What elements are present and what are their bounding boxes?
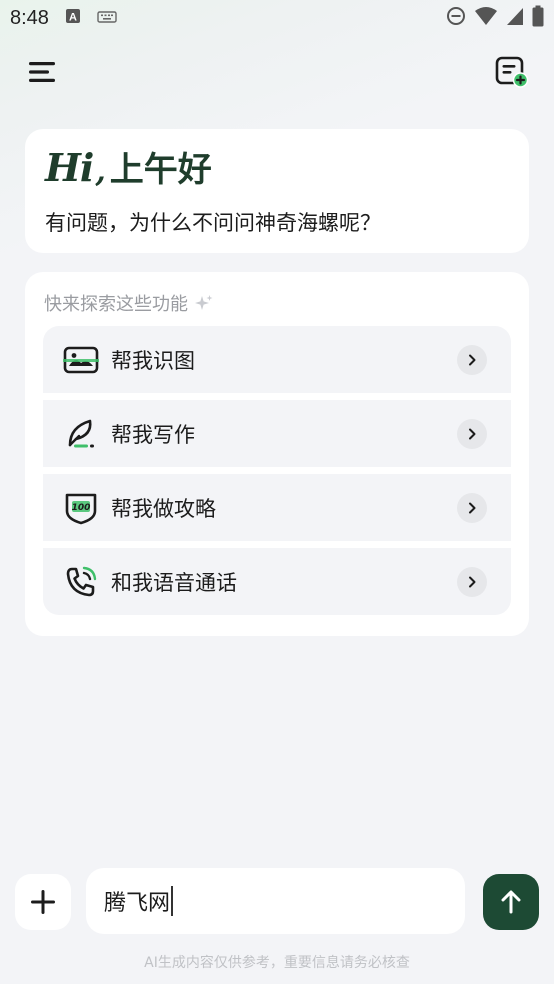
feature-item-guide[interactable]: 100 帮我做攻略 (43, 474, 511, 541)
feature-item-image-recognition[interactable]: 帮我识图 (43, 326, 511, 393)
features-title: 快来探索这些功能 (44, 290, 214, 316)
sparkle-icon (195, 295, 213, 310)
battery-icon (532, 5, 544, 31)
phone-call-icon (61, 562, 101, 602)
chevron-right-icon (457, 419, 487, 449)
chevron-right-icon (457, 567, 487, 597)
send-button[interactable] (483, 874, 539, 930)
hamburger-menu-icon (29, 62, 55, 82)
composer-bar: 腾飞网 (0, 866, 554, 936)
chevron-right-icon (457, 345, 487, 375)
guide-shield-icon: 100 (61, 488, 101, 528)
message-input[interactable]: 腾飞网 (86, 868, 465, 934)
greeting-comma: , (95, 154, 106, 189)
status-time: 8:48 (10, 6, 49, 29)
greeting-time-text: 上午好 (109, 150, 212, 190)
greeting-card: Hi , 上午好 有问题，为什么不问问神奇海螺呢？ (25, 129, 529, 253)
top-bar (0, 48, 554, 96)
text-caret (171, 886, 173, 916)
svg-text:A: A (69, 12, 77, 24)
greeting-headline: Hi , 上午好 (45, 145, 212, 190)
menu-button[interactable] (26, 56, 60, 88)
chevron-right-icon (457, 493, 487, 523)
plus-icon (31, 890, 55, 914)
message-input-value: 腾飞网 (104, 891, 171, 916)
text-a-icon: A (65, 8, 81, 28)
feature-label: 帮我写作 (111, 422, 195, 447)
signal-icon (506, 6, 524, 30)
feature-item-writing[interactable]: 帮我写作 (43, 400, 511, 467)
new-chat-icon (495, 56, 529, 88)
new-chat-button[interactable] (494, 54, 530, 90)
writing-feather-icon (61, 414, 101, 454)
svg-text:100: 100 (72, 503, 91, 513)
feature-label: 帮我做攻略 (111, 496, 216, 521)
features-title-text: 快来探索这些功能 (44, 294, 188, 315)
image-recognition-icon (61, 340, 101, 380)
keyboard-icon (97, 9, 117, 28)
greeting-subtitle: 有问题，为什么不问问神奇海螺呢？ (45, 211, 381, 235)
ai-disclaimer: AI生成内容仅供参考，重要信息请务必核查 (144, 955, 410, 971)
dnd-icon (446, 6, 466, 30)
features-card: 快来探索这些功能 帮我识图 帮我写作 100 帮我做攻略 和我语音通话 (25, 272, 529, 636)
feature-label: 和我语音通话 (111, 570, 237, 595)
send-arrow-icon (501, 890, 521, 914)
feature-label: 帮我识图 (111, 348, 195, 373)
attach-button[interactable] (15, 874, 71, 930)
feature-item-voice-call[interactable]: 和我语音通话 (43, 548, 511, 615)
status-bar: 8:48 A (0, 0, 554, 36)
greeting-hi: Hi (45, 145, 94, 190)
wifi-icon (474, 6, 498, 30)
